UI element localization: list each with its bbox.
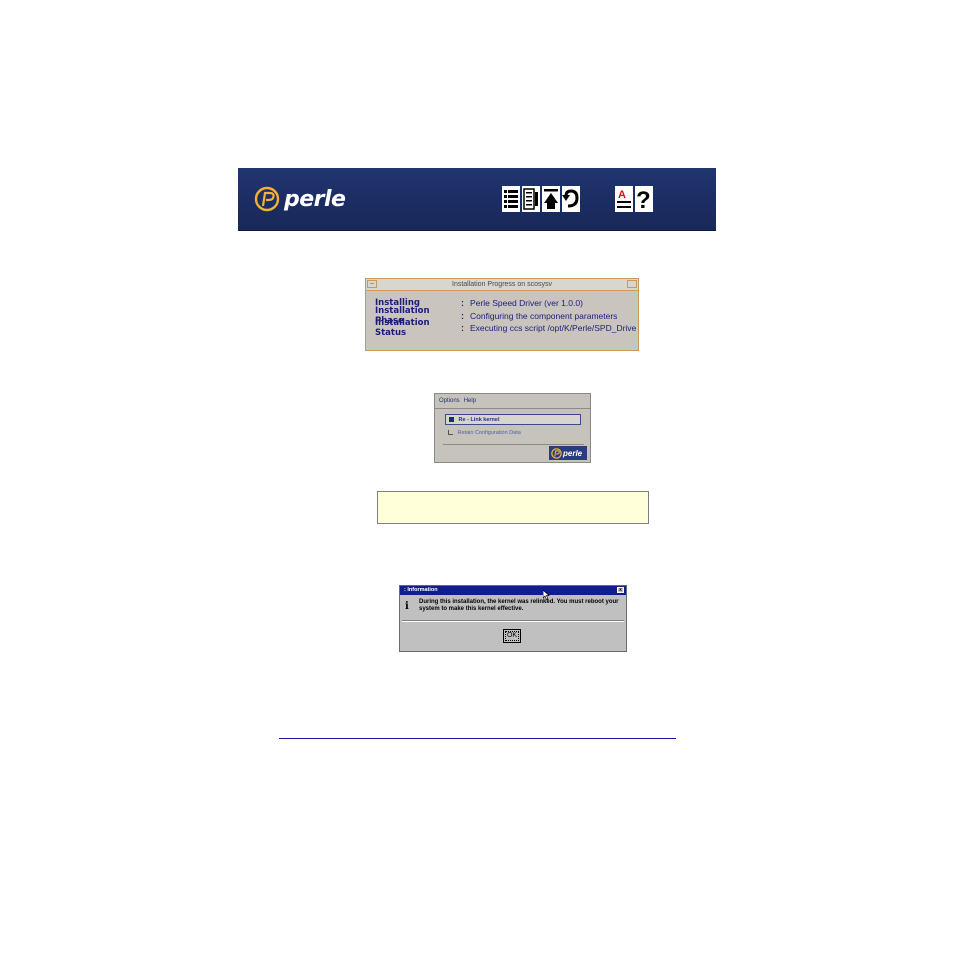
dialog-titlebar[interactable]: : Information x xyxy=(400,586,626,595)
row-separator: : xyxy=(461,298,464,309)
menu-bar: Options Help xyxy=(435,394,590,409)
menu-help[interactable]: Help xyxy=(464,394,476,408)
row-value: Perle Speed Driver (ver 1.0.0) xyxy=(470,298,583,309)
perle-logo-text: perle xyxy=(284,186,346,212)
relink-kernel-toggle[interactable]: Re - Link kernel xyxy=(445,414,581,425)
perle-small-logo: perle xyxy=(549,446,587,460)
progress-row-status: Installation Status : Executing ccs scri… xyxy=(375,318,638,338)
window-title: Installation Progress on scosysv xyxy=(452,281,552,288)
svg-text:?: ? xyxy=(636,187,651,212)
row-label: Installation Status xyxy=(375,318,430,339)
close-icon[interactable]: x xyxy=(617,587,624,593)
perle-logo-text: perle xyxy=(563,448,583,458)
row-separator: : xyxy=(461,323,464,334)
row-value: Executing ccs script /opt/K/Perle/SPD_Dr… xyxy=(470,323,637,334)
index-icon[interactable] xyxy=(522,186,540,212)
perle-logo-icon xyxy=(551,447,562,459)
toggle-off-icon xyxy=(448,430,453,436)
row-value: Configuring the component parameters xyxy=(470,310,618,321)
help-icon[interactable]: ? xyxy=(635,186,653,212)
perle-logo: perle xyxy=(254,182,346,216)
dialog-message: During this installation, the kernel was… xyxy=(419,599,619,612)
info-icon: i xyxy=(405,601,409,612)
dialog-title: : Information xyxy=(404,587,438,593)
window-close-icon[interactable] xyxy=(627,280,637,288)
toggle-on-icon xyxy=(449,417,454,423)
perle-banner: perle A ? xyxy=(238,168,716,231)
window-titlebar[interactable]: – Installation Progress on scosysv xyxy=(366,279,638,291)
mouse-pointer-icon xyxy=(543,590,550,600)
option-label: Re - Link kernel xyxy=(458,417,500,423)
option-label: Retain Configuration Data xyxy=(457,430,521,436)
contents-icon[interactable] xyxy=(502,186,520,212)
top-icon[interactable] xyxy=(542,186,560,212)
perle-logo-icon xyxy=(254,186,280,212)
divider xyxy=(443,444,584,445)
installation-progress-window: – Installation Progress on scosysv Insta… xyxy=(365,278,639,351)
note-box xyxy=(377,491,649,524)
svg-text:A: A xyxy=(618,189,626,201)
nav-group-main xyxy=(502,186,580,212)
row-separator: : xyxy=(461,310,464,321)
menu-options[interactable]: Options xyxy=(439,394,460,408)
font-icon[interactable]: A xyxy=(615,186,633,212)
footer-rule xyxy=(279,738,676,739)
divider xyxy=(402,620,624,622)
information-dialog: : Information x i During this installati… xyxy=(399,585,627,652)
nav-group-tools: A ? xyxy=(615,186,653,212)
progress-rows: Installing : Perle Speed Driver (ver 1.0… xyxy=(366,291,638,338)
relink-options-window: Options Help Re - Link kernel Retain Con… xyxy=(434,393,591,463)
window-menu-icon[interactable]: – xyxy=(367,280,377,288)
back-icon[interactable] xyxy=(562,186,580,212)
ok-button[interactable]: OK xyxy=(503,629,521,643)
retain-config-toggle[interactable]: Retain Configuration Data xyxy=(445,428,581,439)
